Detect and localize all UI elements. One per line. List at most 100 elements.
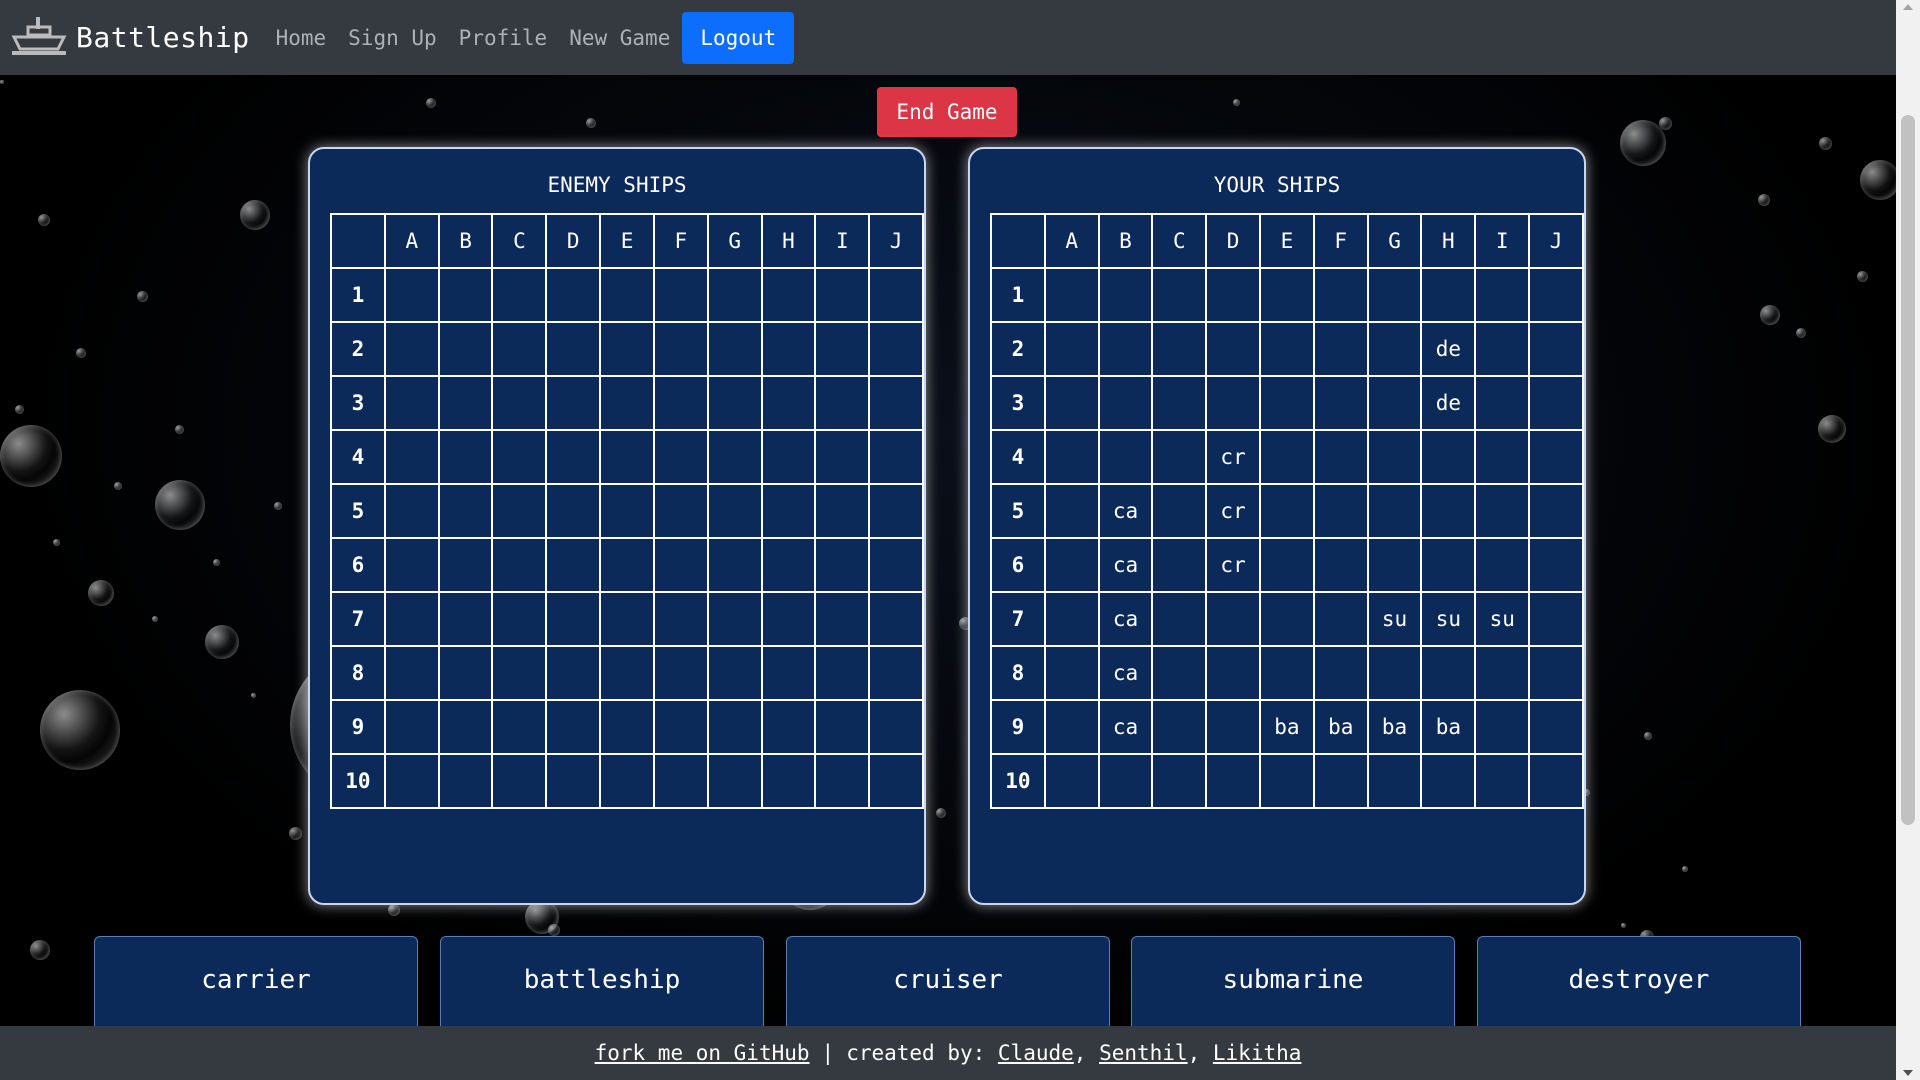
grid-cell[interactable] — [599, 537, 655, 593]
grid-cell[interactable] — [383, 483, 440, 539]
scroll-thumb[interactable] — [1901, 115, 1915, 825]
nav-profile[interactable]: Profile — [459, 26, 548, 50]
grid-cell[interactable] — [814, 591, 871, 647]
grid-cell[interactable] — [545, 321, 602, 377]
grid-cell[interactable] — [868, 699, 924, 755]
grid-cell[interactable] — [383, 537, 440, 593]
grid-cell[interactable] — [706, 645, 763, 701]
grid-cell[interactable] — [652, 429, 709, 485]
grid-cell[interactable] — [814, 267, 871, 323]
grid-cell[interactable] — [599, 645, 655, 701]
grid-cell[interactable] — [491, 753, 548, 809]
grid-cell[interactable] — [706, 429, 763, 485]
grid-cell[interactable] — [491, 429, 548, 485]
grid-cell[interactable] — [868, 375, 924, 431]
grid-cell[interactable] — [437, 267, 494, 323]
grid-cell[interactable] — [652, 267, 709, 323]
grid-cell[interactable] — [491, 321, 548, 377]
grid-cell[interactable] — [599, 429, 655, 485]
grid-cell[interactable] — [437, 321, 494, 377]
grid-cell[interactable] — [545, 645, 602, 701]
grid-cell[interactable] — [383, 375, 440, 431]
grid-cell[interactable] — [706, 591, 763, 647]
nav-new-game[interactable]: New Game — [569, 26, 670, 50]
grid-cell[interactable] — [706, 537, 763, 593]
grid-cell[interactable] — [868, 645, 924, 701]
grid-cell[interactable] — [706, 267, 763, 323]
grid-cell[interactable] — [868, 753, 924, 809]
grid-cell[interactable] — [437, 645, 494, 701]
author-link-claude[interactable]: Claude — [998, 1041, 1074, 1065]
grid-cell[interactable] — [652, 321, 709, 377]
grid-cell[interactable] — [652, 537, 709, 593]
grid-cell[interactable] — [760, 483, 817, 539]
nav-sign-up[interactable]: Sign Up — [348, 26, 437, 50]
grid-cell[interactable] — [491, 645, 548, 701]
grid-cell[interactable] — [383, 321, 440, 377]
grid-cell[interactable] — [814, 537, 871, 593]
grid-cell[interactable] — [760, 321, 817, 377]
grid-cell[interactable] — [706, 483, 763, 539]
grid-cell[interactable] — [437, 429, 494, 485]
grid-cell[interactable] — [383, 699, 440, 755]
grid-cell[interactable] — [814, 429, 871, 485]
grid-cell[interactable] — [545, 429, 602, 485]
grid-cell[interactable] — [599, 267, 655, 323]
grid-cell[interactable] — [760, 645, 817, 701]
scroll-up-arrow-icon[interactable] — [1903, 4, 1913, 10]
grid-cell[interactable] — [383, 429, 440, 485]
logout-button[interactable]: Logout — [682, 11, 795, 64]
github-link[interactable]: fork me on GitHub — [595, 1041, 810, 1065]
grid-cell[interactable] — [599, 591, 655, 647]
grid-cell[interactable] — [383, 267, 440, 323]
grid-cell[interactable] — [868, 267, 924, 323]
grid-cell[interactable] — [599, 375, 655, 431]
grid-cell[interactable] — [383, 753, 440, 809]
grid-cell[interactable] — [868, 483, 924, 539]
grid-cell[interactable] — [437, 375, 494, 431]
grid-cell[interactable] — [437, 699, 494, 755]
grid-cell[interactable] — [814, 699, 871, 755]
grid-cell[interactable] — [760, 537, 817, 593]
grid-cell[interactable] — [814, 375, 871, 431]
grid-cell[interactable] — [760, 267, 817, 323]
grid-cell[interactable] — [706, 321, 763, 377]
grid-cell[interactable] — [706, 699, 763, 755]
grid-cell[interactable] — [437, 591, 494, 647]
grid-cell[interactable] — [545, 537, 602, 593]
grid-cell[interactable] — [814, 753, 871, 809]
grid-cell[interactable] — [652, 753, 709, 809]
grid-cell[interactable] — [652, 591, 709, 647]
brand[interactable]: Battleship — [10, 13, 250, 63]
nav-home[interactable]: Home — [276, 26, 327, 50]
grid-cell[interactable] — [599, 699, 655, 755]
grid-cell[interactable] — [814, 321, 871, 377]
grid-cell[interactable] — [383, 645, 440, 701]
grid-cell[interactable] — [599, 753, 655, 809]
grid-cell[interactable] — [868, 537, 924, 593]
grid-cell[interactable] — [760, 591, 817, 647]
grid-cell[interactable] — [760, 375, 817, 431]
grid-cell[interactable] — [545, 591, 602, 647]
grid-cell[interactable] — [814, 645, 871, 701]
grid-cell[interactable] — [437, 753, 494, 809]
grid-cell[interactable] — [868, 591, 924, 647]
grid-cell[interactable] — [437, 483, 494, 539]
grid-cell[interactable] — [868, 321, 924, 377]
grid-cell[interactable] — [545, 375, 602, 431]
grid-cell[interactable] — [491, 537, 548, 593]
grid-cell[interactable] — [491, 699, 548, 755]
grid-cell[interactable] — [706, 375, 763, 431]
grid-cell[interactable] — [545, 699, 602, 755]
author-link-likitha[interactable]: Likitha — [1213, 1041, 1302, 1065]
grid-cell[interactable] — [545, 753, 602, 809]
grid-cell[interactable] — [491, 591, 548, 647]
scroll-down-arrow-icon[interactable] — [1903, 1070, 1913, 1076]
grid-cell[interactable] — [599, 483, 655, 539]
author-link-senthil[interactable]: Senthil — [1099, 1041, 1188, 1065]
grid-cell[interactable] — [868, 429, 924, 485]
grid-cell[interactable] — [652, 645, 709, 701]
grid-cell[interactable] — [760, 429, 817, 485]
grid-cell[interactable] — [760, 753, 817, 809]
grid-cell[interactable] — [652, 483, 709, 539]
